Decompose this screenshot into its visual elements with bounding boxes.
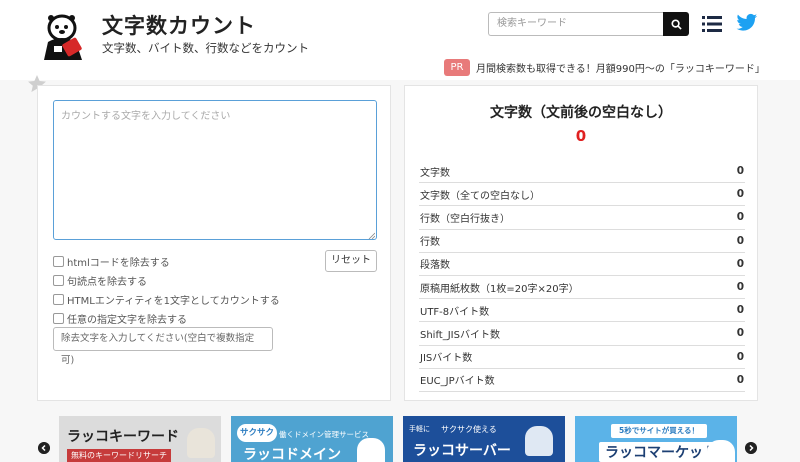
result-title: 文字数（文前後の空白なし） [490, 105, 672, 121]
banner-subtitle: 無料のキーワードリサーチ [67, 449, 171, 462]
result-value: 0 [575, 127, 587, 145]
stat-row: 行数（空白行抜き） 0 [419, 206, 745, 230]
stat-label: Shift_JISバイト数 [420, 329, 500, 341]
stats-table: 文字数 0 文字数（全ての空白なし） 0 行数（空白行抜き） 0 行数 0 段落数 0 原… [419, 160, 745, 392]
stat-value: 0 [736, 165, 744, 178]
checkbox[interactable] [53, 275, 64, 286]
stat-label: 文字数 [420, 167, 450, 179]
stat-value: 0 [736, 327, 744, 340]
otter-mascot-icon [187, 428, 215, 458]
option-label: 任意の指定文字を除去する [67, 315, 187, 326]
stat-row: JISバイト数 0 [419, 346, 745, 369]
stat-row: EUC_JPバイト数 0 [419, 369, 745, 392]
stat-label: UTF-8バイト数 [420, 306, 490, 318]
page-subtitle: 文字数、バイト数、行数などをカウント [102, 41, 309, 55]
carousel-next-icon[interactable] [745, 442, 757, 454]
banner-rakko-market[interactable]: 5秒でサイトが買える！ ラッコマーケット [575, 416, 737, 462]
stat-label: 行数 [420, 237, 440, 249]
stat-row: 文字数（全ての空白なし） 0 [419, 183, 745, 207]
stat-value: 0 [736, 257, 744, 270]
stat-row: 文字数 0 [419, 160, 745, 184]
pr-badge: PR [444, 58, 470, 76]
option-checkboxes: htmlコードを除去する 句読点を除去する HTMLエンティティを1文字としてカ… [53, 252, 280, 328]
search-button[interactable] [663, 12, 689, 36]
pr-banner[interactable]: PR 月間検索数も取得できる！月額990円〜の「ラッコキーワード」 [444, 58, 765, 76]
pr-link[interactable]: 月間検索数も取得できる！月額990円〜の「ラッコキーワード」 [476, 60, 765, 75]
checkbox[interactable] [53, 294, 64, 305]
otter-mascot-icon [357, 438, 385, 462]
otter-mascot-icon [525, 426, 553, 456]
stat-value: 0 [736, 373, 744, 386]
carousel-prev-icon[interactable] [38, 442, 50, 454]
search-input[interactable]: 検索キーワード [488, 12, 664, 36]
banner-rakko-server[interactable]: 手軽に サクサク使える ラッコサーバー [403, 416, 565, 462]
checkbox[interactable] [53, 256, 64, 267]
stat-row: Shift_JISバイト数 0 [419, 322, 745, 346]
stat-value: 0 [736, 281, 744, 294]
banner-subtitle: 5秒でサイトが買える！ [611, 424, 707, 438]
search-icon [670, 18, 682, 30]
stat-value: 0 [736, 304, 744, 317]
otter-mascot-icon [707, 440, 735, 462]
option-label: HTMLエンティティを1文字としてカウントする [67, 296, 280, 307]
stat-value: 0 [736, 350, 744, 363]
checkbox[interactable] [53, 313, 64, 324]
otter-logo-icon[interactable] [38, 12, 90, 60]
stat-value: 0 [736, 234, 744, 247]
banner-rakko-domain[interactable]: サクサク 働くドメイン管理サービス ラッコドメイン [231, 416, 393, 462]
page-title: 文字数カウント [102, 14, 256, 38]
banner-title: ラッコキーワード [67, 429, 179, 445]
stat-row: 行数 0 [419, 230, 745, 253]
banner-rakko-keyword[interactable]: ラッコキーワード 無料のキーワードリサーチ [59, 416, 221, 462]
stat-label: JISバイト数 [420, 353, 473, 365]
option-remove-custom[interactable]: 任意の指定文字を除去する [53, 309, 280, 328]
stat-label: 段落数 [420, 260, 450, 272]
text-input-area[interactable]: カウントする文字を入力してください [53, 100, 377, 240]
banner-title: ラッコドメイン [243, 447, 341, 462]
stat-label: EUC_JPバイト数 [420, 376, 495, 388]
stat-row: 段落数 0 [419, 253, 745, 276]
banner-title: ラッコマーケット [599, 442, 723, 462]
service-carousel: ラッコキーワード 無料のキーワードリサーチ サクサク 働くドメイン管理サービス … [0, 412, 800, 462]
banner-subtitle: 働くドメイン管理サービス [279, 430, 369, 439]
input-panel: カウントする文字を入力してください htmlコードを除去する 句読点を除去する … [37, 85, 391, 401]
option-label: 句読点を除去する [67, 277, 147, 288]
stat-value: 0 [736, 188, 744, 201]
stat-label: 行数（空白行抜き） [420, 213, 510, 225]
option-remove-html[interactable]: htmlコードを除去する [53, 252, 280, 271]
stat-value: 0 [736, 211, 744, 224]
twitter-icon[interactable] [736, 13, 758, 33]
banner-subtitle: サクサク使える [441, 425, 497, 434]
remove-chars-input[interactable]: 除去文字を入力してください(空白で複数指定可) [53, 327, 273, 366]
option-html-entity[interactable]: HTMLエンティティを1文字としてカウントする [53, 290, 280, 309]
stat-row: 原稿用紙枚数（1枚=20字×20字） 0 [419, 276, 745, 300]
result-panel: 文字数（文前後の空白なし） 0 文字数 0 文字数（全ての空白なし） 0 行数（空白… [404, 85, 758, 401]
stat-label: 原稿用紙枚数（1枚=20字×20字） [420, 283, 579, 295]
option-label: htmlコードを除去する [67, 258, 170, 269]
banner-title: ラッコサーバー [413, 443, 511, 459]
list-menu-icon[interactable] [702, 14, 722, 34]
banner-tag: 手軽に [409, 425, 430, 433]
resize-handle-icon[interactable] [368, 232, 375, 239]
stat-label: 文字数（全ての空白なし） [420, 190, 540, 202]
stat-row: UTF-8バイト数 0 [419, 299, 745, 323]
banner-tag: サクサク [237, 424, 277, 442]
option-remove-punctuation[interactable]: 句読点を除去する [53, 271, 280, 290]
reset-button[interactable]: リセット [325, 250, 377, 272]
